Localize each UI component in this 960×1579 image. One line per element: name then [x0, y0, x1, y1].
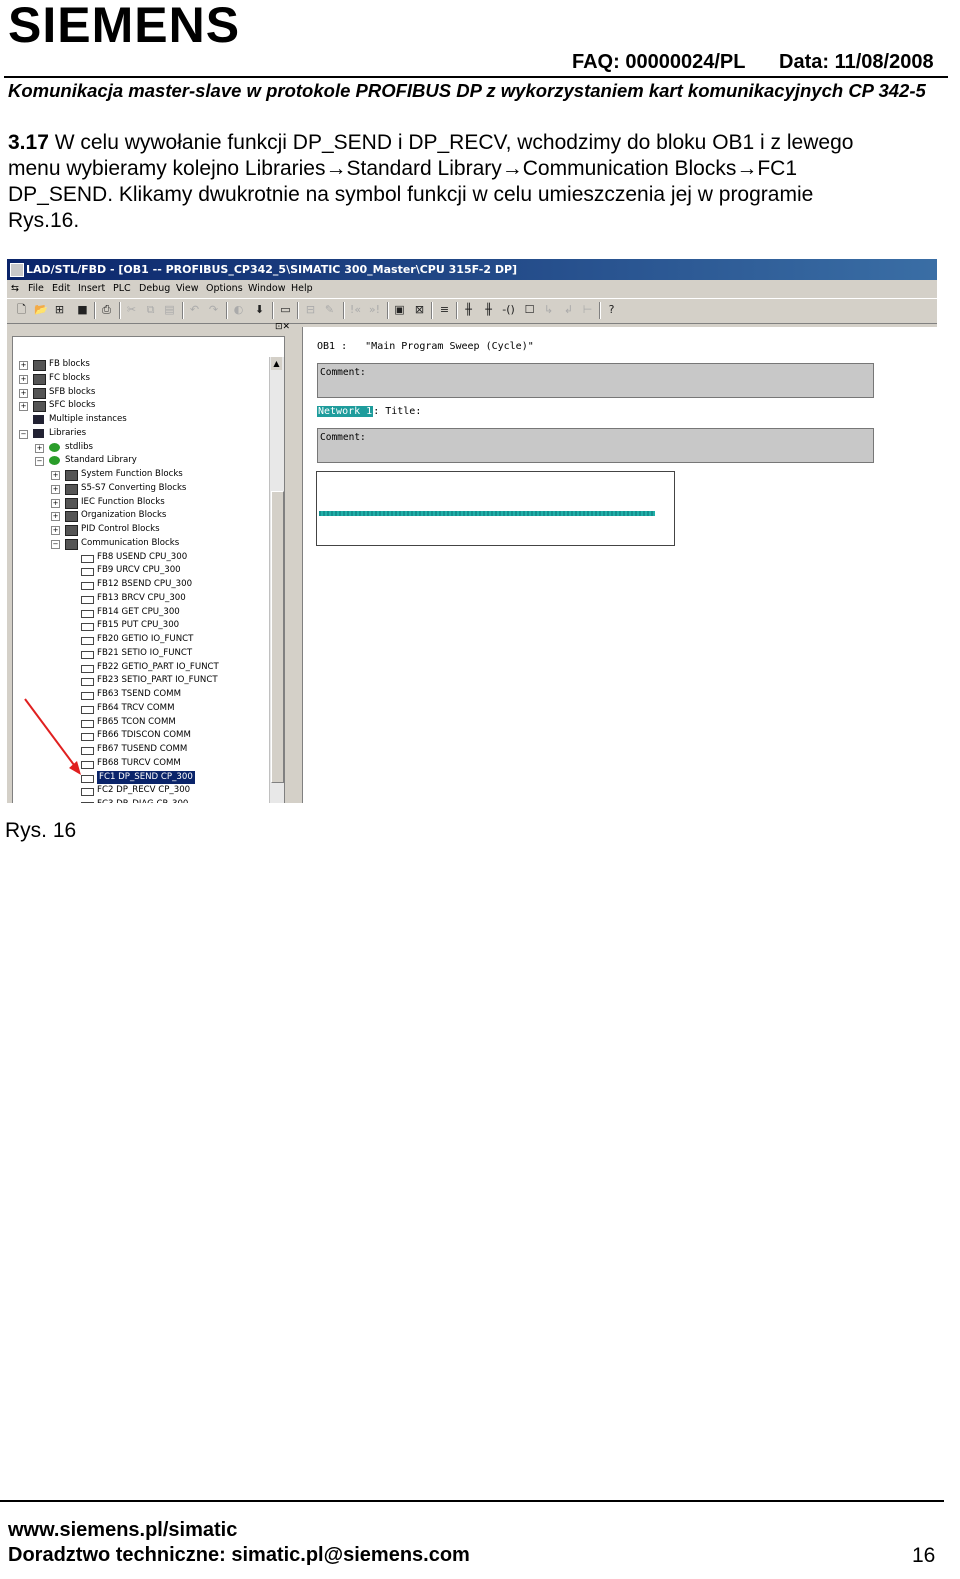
document-subtitle: Komunikacja master-slave w protokole PRO…: [8, 80, 926, 101]
document-date: Data: 11/08/2008: [779, 51, 934, 73]
header-divider: [4, 76, 948, 78]
footer-support[interactable]: Doradztwo techniczne: simatic.pl@siemens…: [8, 1544, 470, 1567]
paragraph-text-1: W celu wywołanie funkcji DP_SEND i DP_RE…: [48, 131, 854, 154]
red-pointer-arrow: [24, 698, 81, 775]
path-fc1: FC1: [757, 157, 798, 180]
section-number: 3.17: [8, 131, 49, 154]
instruction-paragraph: 3.17 W celu wywołanie funkcji DP_SEND i …: [8, 130, 938, 234]
arrow-icon: →: [736, 157, 758, 180]
siemens-logo: SIEMENS: [8, 0, 241, 53]
paragraph-line-4: Rys.16.: [8, 209, 80, 232]
paragraph-line-3: DP_SEND. Klikamy dwukrotnie na symbol fu…: [8, 183, 814, 206]
arrow-icon: →: [325, 157, 347, 180]
footer-website[interactable]: www.siemens.pl/simatic: [8, 1519, 237, 1542]
figure-caption: Rys. 16: [5, 819, 77, 842]
step7-editor-screenshot: LAD/STL/FBD - [OB1 -- PROFIBUS_CP342_5\S…: [7, 259, 937, 803]
faq-number: FAQ: 00000024/PL: [572, 51, 746, 73]
paragraph-line-2: menu wybieramy kolejno Libraries→Standar…: [8, 156, 938, 182]
arrow-icon: →: [501, 157, 523, 180]
path-communication-blocks: Communication Blocks: [522, 157, 737, 180]
page-number: 16: [912, 1544, 936, 1567]
path-standard-library: Standard Library: [346, 157, 502, 180]
paragraph-line-1: 3.17 W celu wywołanie funkcji DP_SEND i …: [8, 130, 938, 156]
path-libraries: menu wybieramy kolejno Libraries: [8, 157, 326, 180]
footer-divider: [0, 1500, 944, 1502]
